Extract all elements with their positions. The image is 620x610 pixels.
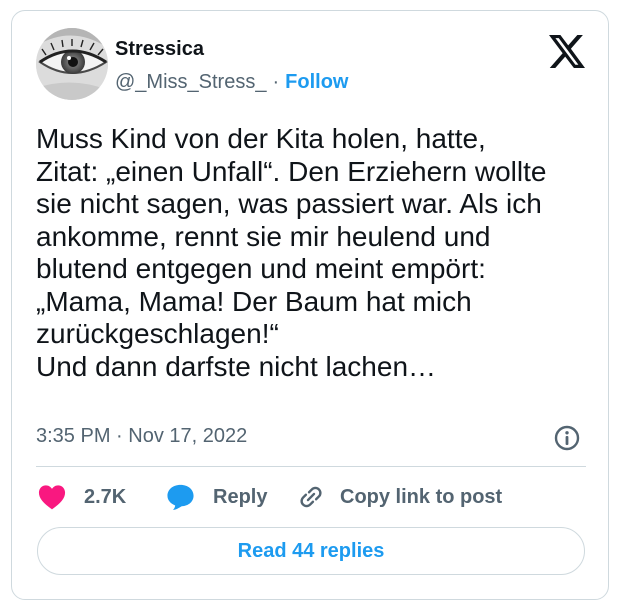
handle-row: @_Miss_Stress_ · Follow	[115, 71, 348, 94]
reply-button[interactable]: Reply	[166, 483, 267, 511]
info-icon[interactable]	[553, 424, 581, 452]
reply-bubble-icon	[167, 484, 194, 511]
like-button[interactable]: 2.7K	[38, 483, 126, 511]
tweet-text: Muss Kind von der Kita holen, hatte, Zit…	[36, 123, 547, 382]
divider	[36, 466, 586, 467]
read-replies-button[interactable]: Read 44 replies	[37, 527, 585, 575]
eye-avatar-icon	[36, 28, 108, 100]
reply-label: Reply	[213, 485, 268, 508]
follow-button[interactable]: Follow	[285, 71, 348, 93]
separator-dot: ·	[272, 71, 280, 93]
x-logo-icon[interactable]	[549, 35, 585, 68]
avatar[interactable]	[36, 28, 108, 100]
tweet-timestamp[interactable]: 3:35 PM · Nov 17, 2022	[36, 425, 247, 448]
display-name[interactable]: Stressica	[115, 38, 204, 61]
user-handle[interactable]: @_Miss_Stress_	[115, 71, 266, 93]
heart-icon	[38, 485, 66, 510]
like-count: 2.7K	[84, 485, 127, 508]
copy-link-label: Copy link to post	[340, 485, 503, 508]
link-icon	[300, 486, 322, 508]
tweet-card: Stressica @_Miss_Stress_ · Follow Muss Kin…	[11, 10, 609, 600]
copy-link-button[interactable]: Copy link to post	[298, 483, 502, 511]
